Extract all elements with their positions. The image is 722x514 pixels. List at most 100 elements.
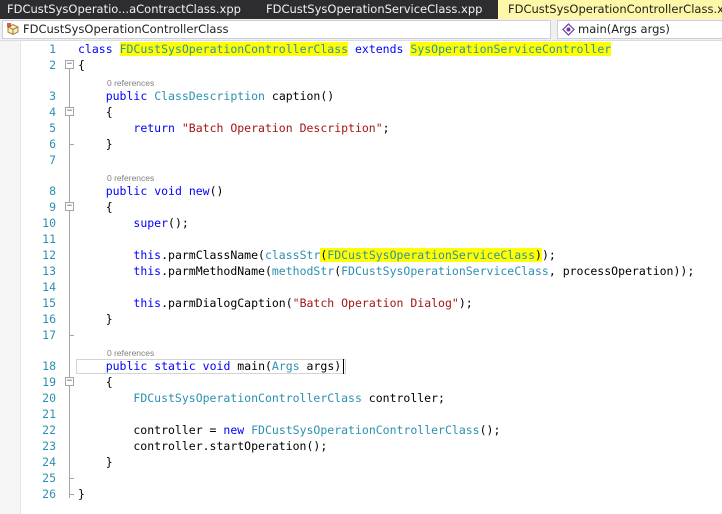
code-token: void bbox=[154, 184, 182, 198]
code-token: FDCustSysOperationControllerClass bbox=[251, 423, 480, 437]
line-number: 19 bbox=[42, 375, 56, 389]
code-line[interactable]: 4 { bbox=[0, 104, 722, 120]
line-text: } bbox=[78, 136, 113, 152]
outline-guide bbox=[69, 69, 70, 498]
tab-data-contract-class[interactable]: FDCustSysOperatio...aContractClass.xpp bbox=[0, 0, 250, 19]
code-lens-references[interactable]: 0 references bbox=[107, 172, 154, 184]
code-token: public bbox=[105, 89, 148, 103]
code-token: methodStr bbox=[271, 264, 335, 278]
line-text: { bbox=[78, 199, 113, 215]
line-text: return "Batch Operation Description"; bbox=[78, 120, 390, 136]
line-number: 21 bbox=[42, 407, 56, 421]
collapse-method-main-toggle[interactable]: − bbox=[65, 377, 74, 386]
line-text: { bbox=[78, 57, 85, 73]
collapse-class-toggle[interactable]: − bbox=[65, 60, 74, 69]
code-token: ); bbox=[458, 296, 473, 310]
code-token: controller; bbox=[361, 391, 445, 405]
code-token: SysOperationServiceController bbox=[410, 42, 612, 56]
line-text: } bbox=[78, 454, 113, 470]
line-number: 1 bbox=[49, 42, 56, 56]
line-number: 9 bbox=[49, 200, 56, 214]
code-token: .parmClassName( bbox=[161, 248, 265, 262]
line-text: } bbox=[78, 486, 85, 502]
code-line[interactable]: 12 this.parmClassName(classStr(FDCustSys… bbox=[0, 247, 722, 263]
code-line[interactable]: 26} bbox=[0, 486, 722, 502]
line-number: 5 bbox=[49, 121, 56, 135]
code-token: this bbox=[133, 248, 162, 262]
tab-service-class[interactable]: FDCustSysOperationServiceClass.xpp bbox=[250, 0, 498, 19]
code-line[interactable]: 16 } bbox=[0, 311, 722, 327]
code-line[interactable]: 5 return "Batch Operation Description"; bbox=[0, 120, 722, 136]
code-token: ; bbox=[382, 121, 390, 135]
code-lens-references[interactable]: 0 references bbox=[107, 77, 154, 89]
code-token: { bbox=[78, 375, 113, 389]
code-line[interactable]: 8 public void new() bbox=[0, 183, 722, 199]
class-selector-label: FDCustSysOperationControllerClass bbox=[23, 22, 229, 36]
line-number: 6 bbox=[49, 137, 56, 151]
collapse-method-new-toggle[interactable]: − bbox=[65, 202, 74, 211]
outline-end bbox=[69, 335, 74, 336]
text-caret bbox=[343, 359, 344, 374]
code-token: .parmMethodName( bbox=[161, 264, 272, 278]
code-token: this bbox=[133, 296, 162, 310]
code-token: } bbox=[78, 487, 85, 501]
code-editor[interactable]: 1 class FDCustSysOperationControllerClass… bbox=[0, 41, 722, 514]
line-number: 24 bbox=[42, 455, 56, 469]
current-line-highlight bbox=[76, 359, 346, 374]
line-number: 23 bbox=[42, 439, 56, 453]
code-token: , processOperation)); bbox=[548, 264, 695, 278]
outline-end bbox=[69, 144, 74, 145]
collapse-method-caption-toggle[interactable]: − bbox=[65, 107, 74, 116]
code-line[interactable]: 19 { bbox=[0, 374, 722, 390]
code-line[interactable]: 13 this.parmMethodName(methodStr(FDCustS… bbox=[0, 263, 722, 279]
code-line[interactable]: 17 bbox=[0, 327, 722, 343]
code-line[interactable]: 25 bbox=[0, 470, 722, 486]
code-line[interactable]: 11 bbox=[0, 231, 722, 247]
code-line[interactable]: 10 super(); bbox=[0, 215, 722, 231]
code-token: super bbox=[133, 216, 169, 230]
code-token: controller.startOperation(); bbox=[78, 439, 328, 453]
code-line[interactable]: 22 controller = new FDCustSysOperationCo… bbox=[0, 422, 722, 438]
line-text: } bbox=[78, 311, 113, 327]
code-line[interactable]: 15 this.parmDialogCaption("Batch Operati… bbox=[0, 295, 722, 311]
line-number: 11 bbox=[42, 232, 56, 246]
code-line[interactable]: 14 bbox=[0, 279, 722, 295]
line-text: { bbox=[78, 374, 113, 390]
code-line[interactable]: 23 controller.startOperation(); bbox=[0, 438, 722, 454]
line-text: this.parmDialogCaption("Batch Operation … bbox=[78, 295, 473, 311]
code-line[interactable]: 6 } bbox=[0, 136, 722, 152]
code-line[interactable]: 24 } bbox=[0, 454, 722, 470]
line-text: public void new() bbox=[78, 183, 224, 199]
tab-controller-class[interactable]: FDCustSysOperationControllerClass.xpp bbox=[498, 0, 722, 19]
code-token: FDCustSysOperationControllerClass bbox=[133, 391, 362, 405]
code-token: controller = bbox=[78, 423, 224, 437]
code-token: classStr bbox=[264, 248, 321, 262]
code-line[interactable]: 20 FDCustSysOperationControllerClass con… bbox=[0, 390, 722, 406]
line-text: public ClassDescription caption() bbox=[78, 88, 335, 104]
line-number: 26 bbox=[42, 487, 56, 501]
code-line[interactable]: 9 { bbox=[0, 199, 722, 215]
line-number: 8 bbox=[49, 184, 56, 198]
code-token: () bbox=[209, 184, 224, 198]
code-token: FDCustSysOperationServiceClass bbox=[327, 248, 535, 262]
member-selector-dropdown[interactable]: main(Args args) bbox=[557, 20, 722, 39]
line-number: 3 bbox=[49, 89, 56, 103]
line-number: 2 bbox=[49, 58, 56, 72]
code-line[interactable]: 3 public ClassDescription caption() bbox=[0, 88, 722, 104]
code-lens-references[interactable]: 0 references bbox=[107, 347, 154, 359]
code-token: "Batch Operation Description" bbox=[181, 121, 383, 135]
code-line[interactable]: 2{ bbox=[0, 57, 722, 73]
code-line[interactable]: 1 class FDCustSysOperationControllerClass… bbox=[0, 41, 722, 57]
line-number: 25 bbox=[42, 471, 56, 485]
code-line[interactable]: 7 bbox=[0, 152, 722, 168]
code-line[interactable]: 21 bbox=[0, 406, 722, 422]
line-number: 13 bbox=[42, 264, 56, 278]
line-number: 14 bbox=[42, 280, 56, 294]
class-selector-dropdown[interactable]: FDCustSysOperationControllerClass bbox=[2, 20, 551, 39]
